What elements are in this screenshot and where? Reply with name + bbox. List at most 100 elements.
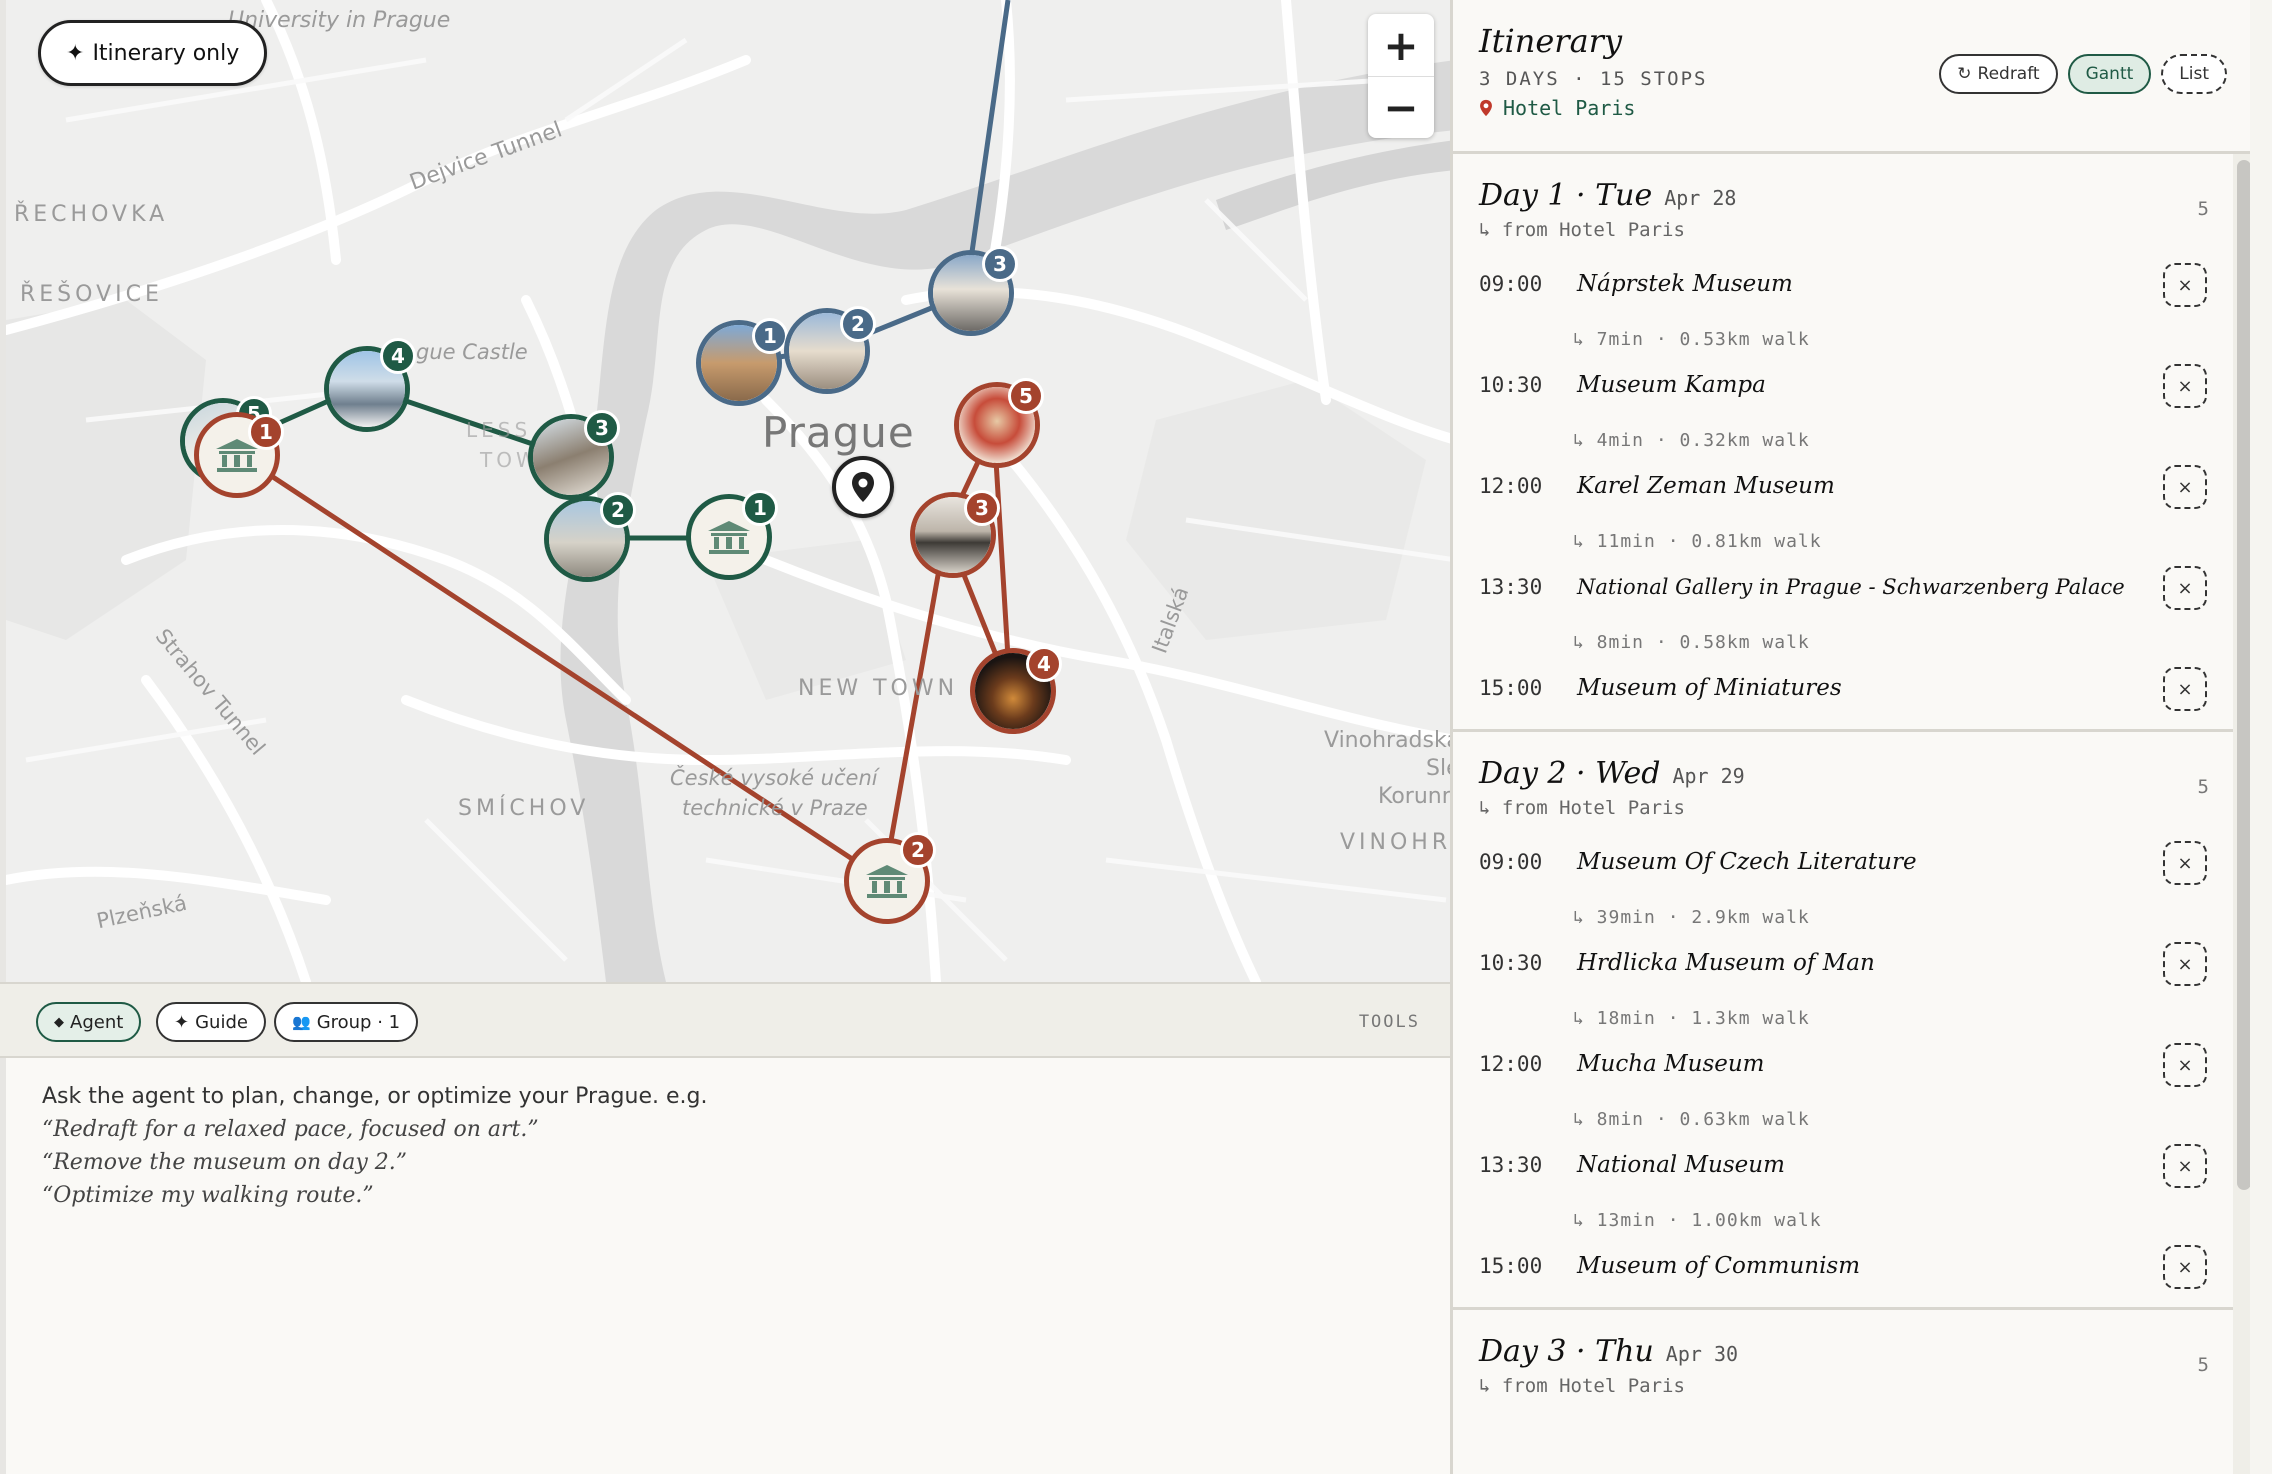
walk-segment: ↳ 11min · 0.81km walk <box>1573 531 1822 552</box>
remove-stop-button[interactable]: × <box>2163 1245 2207 1289</box>
hotel-name: Hotel Paris <box>1503 96 1636 120</box>
stop-name: Museum Of Czech Literature <box>1577 849 1917 875</box>
itinerary-header: Itinerary 3 DAYS · 15 STOPS Hotel Paris … <box>1453 0 2250 154</box>
stop-name: Museum of Communism <box>1577 1253 1861 1279</box>
marker-badge: 4 <box>380 338 416 374</box>
zoom-control: + − <box>1368 14 1434 138</box>
stop-time: 09:00 <box>1479 850 1543 874</box>
map-view[interactable]: University in Prague Dejvice Tunnel ŘECH… <box>0 0 1450 982</box>
itinerary-only-button[interactable]: ✦ Itinerary only <box>38 20 268 86</box>
stop-row[interactable]: 15:00 Museum of Communism × <box>1479 1237 2207 1295</box>
remove-stop-button[interactable]: × <box>2163 667 2207 711</box>
agent-toolbar: ◆ Agent ✦ Guide 👥 Group · 1 TOOLS <box>0 982 1450 1058</box>
remove-stop-button[interactable]: × <box>2163 1043 2207 1087</box>
remove-stop-button[interactable]: × <box>2163 841 2207 885</box>
agent-example: “Optimize my walking route.” <box>42 1183 374 1208</box>
stop-row[interactable]: 13:30 National Museum × <box>1479 1136 2207 1194</box>
marker-badge: 2 <box>600 492 636 528</box>
map-label-resovice: ŘEŠOVICE <box>20 282 163 307</box>
agent-intro: Ask the agent to plan, change, or optimi… <box>42 1084 708 1109</box>
agent-example: “Redraft for a relaxed pace, focused on … <box>42 1117 539 1142</box>
sparkle-icon: ✦ <box>66 40 85 66</box>
map-pin-icon <box>1480 99 1492 117</box>
day-section: Day 3 · Thu Apr 30 5 ↳ from Hotel Paris <box>1453 1310 2233 1423</box>
stop-row[interactable]: 10:30 Museum Kampa × <box>1479 356 2207 414</box>
refresh-icon: ↻ <box>1957 64 1972 84</box>
marker-badge: 2 <box>840 306 876 342</box>
stop-name: Museum Kampa <box>1577 372 1766 398</box>
stop-time: 13:30 <box>1479 575 1543 599</box>
people-icon: 👥 <box>292 1013 311 1031</box>
stop-name: National Gallery in Prague - Schwarzenbe… <box>1577 575 2125 599</box>
redraft-button[interactable]: ↻ Redraft <box>1939 54 2058 94</box>
remove-stop-button[interactable]: × <box>2163 364 2207 408</box>
stop-time: 13:30 <box>1479 1153 1543 1177</box>
marker-badge: 1 <box>752 318 788 354</box>
scrollbar-thumb[interactable] <box>2237 160 2250 1190</box>
agent-prompt-area[interactable]: Ask the agent to plan, change, or optimi… <box>0 1058 1450 1474</box>
map-label-less: LESS <box>466 418 532 442</box>
stop-name: Museum of Miniatures <box>1577 675 1842 701</box>
map-label-vinohradska: Vinohradská <box>1324 728 1450 753</box>
marker-badge: 1 <box>248 414 284 450</box>
zoom-in-button[interactable]: + <box>1368 14 1434 76</box>
day-title: Day 1 · Tue <box>1479 178 1653 213</box>
zoom-out-button[interactable]: − <box>1368 76 1434 138</box>
remove-stop-button[interactable]: × <box>2163 263 2207 307</box>
museum-icon <box>708 521 750 554</box>
tab-guide-label: Guide <box>195 1011 248 1033</box>
stop-time: 09:00 <box>1479 272 1543 296</box>
day-date: Apr 28 <box>1664 186 1737 210</box>
day-date: Apr 29 <box>1672 764 1745 788</box>
map-pin-icon <box>852 472 874 502</box>
remove-stop-button[interactable]: × <box>2163 1144 2207 1188</box>
marker-badge: 5 <box>1008 378 1044 414</box>
tab-guide[interactable]: ✦ Guide <box>156 1002 266 1042</box>
remove-stop-button[interactable]: × <box>2163 465 2207 509</box>
hotel-line: Hotel Paris <box>1479 96 2227 120</box>
tab-group[interactable]: 👥 Group · 1 <box>274 1002 419 1042</box>
map-label-ceske-1: České vysoké učení <box>670 766 878 790</box>
marker-badge: 4 <box>1026 646 1062 682</box>
stop-time: 12:00 <box>1479 1052 1543 1076</box>
stop-row[interactable]: 09:00 Náprstek Museum × <box>1479 255 2207 313</box>
list-view-button[interactable]: List <box>2161 54 2227 94</box>
stop-time: 15:00 <box>1479 1254 1543 1278</box>
museum-icon <box>866 865 908 898</box>
stop-row[interactable]: 15:00 Museum of Miniatures × <box>1479 659 2207 717</box>
tools-label[interactable]: TOOLS <box>1359 1012 1420 1032</box>
day-origin: ↳ from Hotel Paris <box>1479 1375 1685 1397</box>
stop-row[interactable]: 12:00 Mucha Museum × <box>1479 1035 2207 1093</box>
sidebar-scrollbar[interactable] <box>2233 154 2250 1474</box>
marker-badge: 3 <box>964 490 1000 526</box>
stop-row[interactable]: 12:00 Karel Zeman Museum × <box>1479 457 2207 515</box>
walk-segment: ↳ 8min · 0.63km walk <box>1573 1109 1810 1130</box>
agent-example: “Remove the museum on day 2.” <box>42 1150 408 1175</box>
day-stop-count: 5 <box>2197 776 2209 798</box>
remove-stop-button[interactable]: × <box>2163 566 2207 610</box>
stop-name: Mucha Museum <box>1577 1051 1765 1077</box>
tab-group-label: Group · 1 <box>316 1011 401 1033</box>
stop-row[interactable]: 09:00 Museum Of Czech Literature × <box>1479 833 2207 891</box>
day-stop-count: 5 <box>2197 1354 2209 1376</box>
tab-agent[interactable]: ◆ Agent <box>36 1002 142 1042</box>
stop-row[interactable]: 13:30 National Gallery in Prague - Schwa… <box>1479 558 2207 616</box>
sparkle-icon: ✦ <box>174 1011 190 1033</box>
hotel-pin[interactable] <box>832 456 894 518</box>
remove-stop-button[interactable]: × <box>2163 942 2207 986</box>
tab-agent-label: Agent <box>70 1011 124 1033</box>
itinerary-only-label: Itinerary only <box>92 40 240 66</box>
day-date: Apr 30 <box>1665 1342 1739 1366</box>
map-label-new-town: NEW TOWN <box>798 676 959 701</box>
stop-time: 10:30 <box>1479 373 1543 397</box>
stop-row[interactable]: 10:30 Hrdlicka Museum of Man × <box>1479 934 2207 992</box>
stop-name: Karel Zeman Museum <box>1577 473 1835 499</box>
marker-badge: 3 <box>584 410 620 446</box>
day-title: Day 2 · Wed <box>1479 756 1661 791</box>
stop-name: Náprstek Museum <box>1577 271 1793 297</box>
map-label-prague: Prague <box>762 408 915 457</box>
stop-time: 15:00 <box>1479 676 1543 700</box>
gantt-view-button[interactable]: Gantt <box>2067 54 2152 94</box>
itinerary-sidebar: Itinerary 3 DAYS · 15 STOPS Hotel Paris … <box>1450 0 2250 1474</box>
map-label-korunn: Korunn <box>1378 784 1450 809</box>
